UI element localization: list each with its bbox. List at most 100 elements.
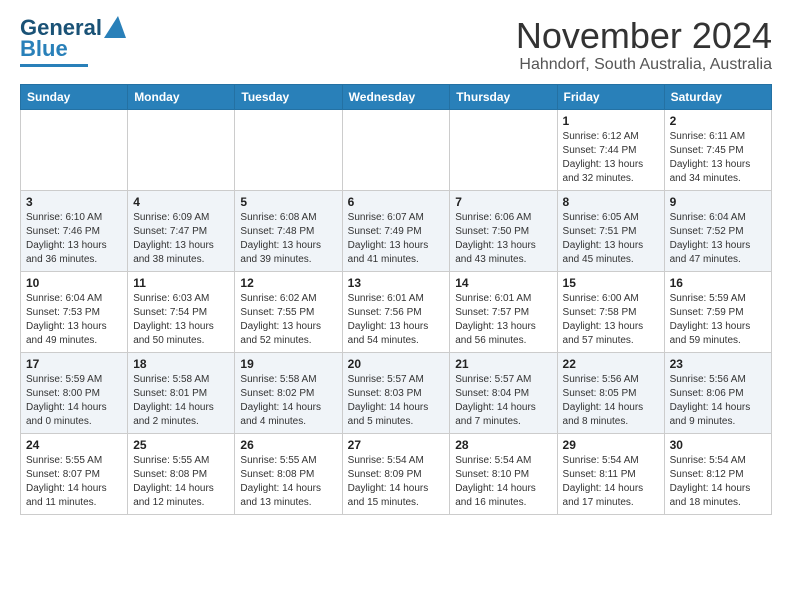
day-info-line: and 11 minutes. [26, 496, 122, 510]
day-info: Sunrise: 5:59 AMSunset: 7:59 PMDaylight:… [670, 292, 766, 348]
day-info: Sunrise: 6:10 AMSunset: 7:46 PMDaylight:… [26, 211, 122, 267]
calendar-week-row: 3 Sunrise: 6:10 AMSunset: 7:46 PMDaylight… [21, 190, 772, 271]
table-row [235, 109, 342, 190]
page: General Blue November 2024 Hahndorf, Sou… [0, 0, 792, 535]
day-info-line: and 52 minutes. [240, 334, 336, 348]
day-info-line: Sunrise: 5:57 AM [455, 373, 551, 387]
day-number: 16 [670, 276, 766, 290]
day-info-line: Sunrise: 6:06 AM [455, 211, 551, 225]
day-info-line: Sunset: 8:08 PM [133, 468, 229, 482]
day-info-line: Sunset: 8:10 PM [455, 468, 551, 482]
table-row: 17Sunrise: 5:59 AMSunset: 8:00 PMDayligh… [21, 352, 128, 433]
day-info-line: and 8 minutes. [563, 415, 659, 429]
table-row: 1Sunrise: 6:12 AMSunset: 7:44 PMDaylight… [557, 109, 664, 190]
day-info-line: Daylight: 13 hours [240, 320, 336, 334]
logo: General Blue [20, 16, 126, 67]
day-info-line: Daylight: 13 hours [26, 320, 122, 334]
day-info-line: and 18 minutes. [670, 496, 766, 510]
logo-blue-text: Blue [20, 36, 68, 62]
col-wednesday: Wednesday [342, 84, 450, 109]
day-info: Sunrise: 5:57 AMSunset: 8:03 PMDaylight:… [348, 373, 445, 429]
day-info-line: and 4 minutes. [240, 415, 336, 429]
day-info-line: and 49 minutes. [26, 334, 122, 348]
day-info-line: Sunrise: 5:54 AM [670, 454, 766, 468]
day-number: 21 [455, 357, 551, 371]
day-info: Sunrise: 5:58 AMSunset: 8:01 PMDaylight:… [133, 373, 229, 429]
day-number: 6 [348, 195, 445, 209]
day-info: Sunrise: 6:09 AMSunset: 7:47 PMDaylight:… [133, 211, 229, 267]
table-row: 28Sunrise: 5:54 AMSunset: 8:10 PMDayligh… [450, 433, 557, 514]
day-info-line: Daylight: 13 hours [133, 320, 229, 334]
day-info-line: Sunrise: 6:04 AM [26, 292, 122, 306]
table-row: 27Sunrise: 5:54 AMSunset: 8:09 PMDayligh… [342, 433, 450, 514]
day-number: 29 [563, 438, 659, 452]
day-info-line: Sunset: 7:46 PM [26, 225, 122, 239]
day-info: Sunrise: 5:55 AMSunset: 8:08 PMDaylight:… [240, 454, 336, 510]
header: General Blue November 2024 Hahndorf, Sou… [20, 16, 772, 74]
table-row: 11 Sunrise: 6:03 AMSunset: 7:54 PMDayligh… [128, 271, 235, 352]
table-row: 16 Sunrise: 5:59 AMSunset: 7:59 PMDayligh… [664, 271, 771, 352]
day-info-line: Sunrise: 6:04 AM [670, 211, 766, 225]
table-row: 15Sunrise: 6:00 AMSunset: 7:58 PMDayligh… [557, 271, 664, 352]
day-info: Sunrise: 6:03 AMSunset: 7:54 PMDaylight:… [133, 292, 229, 348]
day-info: Sunrise: 5:54 AMSunset: 8:09 PMDaylight:… [348, 454, 445, 510]
table-row [21, 109, 128, 190]
day-info-line: and 17 minutes. [563, 496, 659, 510]
day-number: 1 [563, 114, 659, 128]
day-info-line: Daylight: 14 hours [563, 401, 659, 415]
day-info-line: Sunrise: 6:11 AM [670, 130, 766, 144]
day-info-line: and 59 minutes. [670, 334, 766, 348]
day-info-line: Sunrise: 5:56 AM [563, 373, 659, 387]
day-number: 4 [133, 195, 229, 209]
day-info-line: Sunrise: 6:10 AM [26, 211, 122, 225]
day-info-line: and 0 minutes. [26, 415, 122, 429]
table-row: 5Sunrise: 6:08 AMSunset: 7:48 PMDaylight… [235, 190, 342, 271]
day-number: 23 [670, 357, 766, 371]
day-info-line: and 56 minutes. [455, 334, 551, 348]
day-info-line: and 12 minutes. [133, 496, 229, 510]
day-info-line: Sunset: 7:48 PM [240, 225, 336, 239]
day-info: Sunrise: 6:00 AMSunset: 7:58 PMDaylight:… [563, 292, 659, 348]
day-info-line: Sunset: 7:58 PM [563, 306, 659, 320]
day-info-line: Sunrise: 6:12 AM [563, 130, 659, 144]
day-info-line: Sunrise: 5:58 AM [133, 373, 229, 387]
table-row: 23Sunrise: 5:56 AMSunset: 8:06 PMDayligh… [664, 352, 771, 433]
col-saturday: Saturday [664, 84, 771, 109]
day-info-line: Sunrise: 5:54 AM [563, 454, 659, 468]
day-info-line: Daylight: 13 hours [455, 320, 551, 334]
day-info-line: and 34 minutes. [670, 172, 766, 186]
day-number: 11 [133, 276, 229, 290]
day-info: Sunrise: 6:02 AMSunset: 7:55 PMDaylight:… [240, 292, 336, 348]
day-info: Sunrise: 5:59 AMSunset: 8:00 PMDaylight:… [26, 373, 122, 429]
table-row: 18 Sunrise: 5:58 AMSunset: 8:01 PMDayligh… [128, 352, 235, 433]
table-row: 4 Sunrise: 6:09 AMSunset: 7:47 PMDaylight… [128, 190, 235, 271]
day-info: Sunrise: 6:04 AMSunset: 7:53 PMDaylight:… [26, 292, 122, 348]
day-number: 3 [26, 195, 122, 209]
day-info-line: and 47 minutes. [670, 253, 766, 267]
day-number: 2 [670, 114, 766, 128]
day-info-line: Sunset: 8:01 PM [133, 387, 229, 401]
table-row: 8Sunrise: 6:05 AMSunset: 7:51 PMDaylight… [557, 190, 664, 271]
day-number: 28 [455, 438, 551, 452]
table-row: 24Sunrise: 5:55 AMSunset: 8:07 PMDayligh… [21, 433, 128, 514]
day-info-line: and 39 minutes. [240, 253, 336, 267]
day-number: 18 [133, 357, 229, 371]
day-info-line: Daylight: 14 hours [348, 482, 445, 496]
day-info: Sunrise: 6:04 AMSunset: 7:52 PMDaylight:… [670, 211, 766, 267]
day-info-line: Sunrise: 5:56 AM [670, 373, 766, 387]
day-info-line: Sunset: 7:50 PM [455, 225, 551, 239]
day-number: 10 [26, 276, 122, 290]
day-info-line: Sunset: 8:05 PM [563, 387, 659, 401]
day-info-line: Sunset: 7:52 PM [670, 225, 766, 239]
table-row: 10 Sunrise: 6:04 AMSunset: 7:53 PMDayligh… [21, 271, 128, 352]
table-row: 6Sunrise: 6:07 AMSunset: 7:49 PMDaylight… [342, 190, 450, 271]
table-row: 22Sunrise: 5:56 AMSunset: 8:05 PMDayligh… [557, 352, 664, 433]
day-info-line: Daylight: 14 hours [26, 401, 122, 415]
day-info-line: Sunset: 8:08 PM [240, 468, 336, 482]
day-number: 26 [240, 438, 336, 452]
day-info-line: Daylight: 13 hours [563, 320, 659, 334]
day-info-line: Daylight: 13 hours [563, 158, 659, 172]
day-info-line: Daylight: 14 hours [348, 401, 445, 415]
day-info-line: Sunset: 7:57 PM [455, 306, 551, 320]
calendar-header-row: Sunday Monday Tuesday Wednesday Thursday… [21, 84, 772, 109]
